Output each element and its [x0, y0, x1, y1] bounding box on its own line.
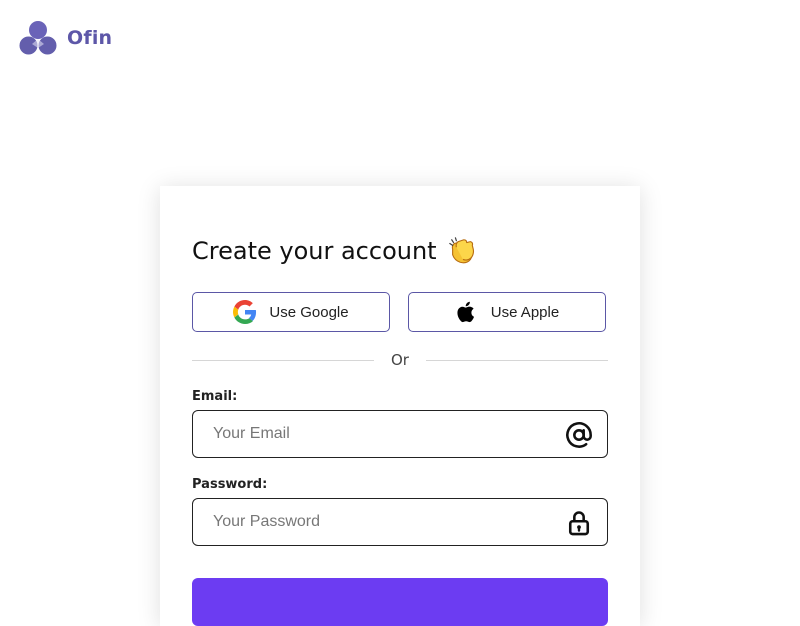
google-icon [233, 300, 257, 324]
email-field[interactable] [193, 411, 553, 457]
divider-line-right [426, 360, 608, 361]
email-field-wrapper [192, 410, 608, 458]
page-title: Create your account [192, 236, 477, 266]
apple-icon [457, 301, 474, 323]
brand-logo[interactable]: Ofin [19, 20, 112, 56]
signup-card: Create your account Use Google Use Apple… [160, 186, 640, 626]
ofin-logo-icon [19, 21, 57, 55]
clapping-hands-icon [448, 237, 474, 264]
brand-name: Ofin [67, 27, 113, 49]
password-label: Password: [192, 477, 268, 492]
email-label: Email: [192, 389, 238, 404]
apple-signin-button[interactable]: Use Apple [408, 292, 606, 332]
password-field[interactable] [193, 499, 553, 545]
submit-button[interactable] [192, 578, 608, 626]
lock-icon [568, 511, 590, 536]
at-sign-icon [566, 422, 592, 448]
google-button-label: Use Google [269, 303, 349, 321]
or-divider: Or [192, 350, 608, 370]
google-signin-button[interactable]: Use Google [192, 292, 390, 332]
apple-button-label: Use Apple [490, 303, 560, 321]
password-field-wrapper [192, 498, 608, 546]
title-text: Create your account [192, 237, 437, 265]
